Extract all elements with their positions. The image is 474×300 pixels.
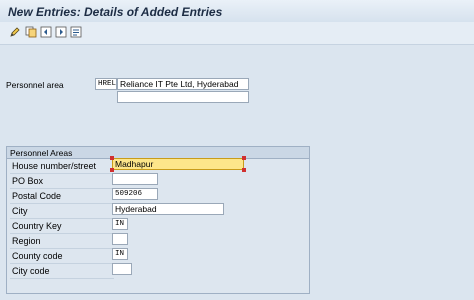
postal-code-label: Postal Code [12, 191, 62, 201]
row-house-number: House number/street [10, 159, 114, 174]
row-country-key: Country Key [10, 219, 114, 234]
region-field[interactable] [112, 233, 128, 245]
city-code-label: City code [12, 266, 50, 276]
title-bar: New Entries: Details of Added Entries [0, 0, 474, 22]
country-key-field[interactable]: IN [112, 218, 128, 230]
row-county-code: County code [10, 249, 114, 264]
selection-handle-top-left [110, 156, 114, 160]
personnel-area-label: Personnel area [6, 80, 64, 90]
po-box-field[interactable] [112, 173, 158, 185]
group-title: Personnel Areas [10, 148, 73, 158]
region-label: Region [12, 236, 41, 246]
row-po-box: PO Box [10, 174, 114, 189]
next-entry-icon[interactable] [55, 26, 67, 38]
selection-handle-bottom-left [110, 168, 114, 172]
selection-handle-top-right [242, 156, 246, 160]
city-field[interactable]: Hyderabad [112, 203, 224, 215]
edit-pencil-icon[interactable] [9, 26, 21, 38]
house-number-street-field[interactable]: Madhapur [112, 158, 244, 170]
postal-code-field[interactable]: 509206 [112, 188, 158, 200]
city-code-field[interactable] [112, 263, 132, 275]
copy-as-icon[interactable] [25, 26, 37, 38]
po-box-label: PO Box [12, 176, 44, 186]
house-number-label: House number/street [12, 161, 97, 171]
city-label: City [12, 206, 28, 216]
previous-entry-icon[interactable] [40, 26, 52, 38]
other-entry-icon[interactable] [70, 26, 82, 38]
personnel-area-text-field: Reliance IT Pte Ltd, Hyderabad [117, 78, 249, 90]
country-key-label: Country Key [12, 221, 62, 231]
county-code-field[interactable]: IN [112, 248, 128, 260]
row-postal-code: Postal Code [10, 189, 114, 204]
row-city-code: City code [10, 264, 114, 279]
row-city: City [10, 204, 114, 219]
selection-handle-bottom-right [242, 168, 246, 172]
window-title: New Entries: Details of Added Entries [8, 5, 223, 19]
row-region: Region [10, 234, 114, 249]
county-code-label: County code [12, 251, 63, 261]
personnel-area-code-field[interactable]: HREL [95, 78, 117, 90]
personnel-area-text2-field [117, 91, 249, 103]
application-toolbar [0, 22, 474, 45]
